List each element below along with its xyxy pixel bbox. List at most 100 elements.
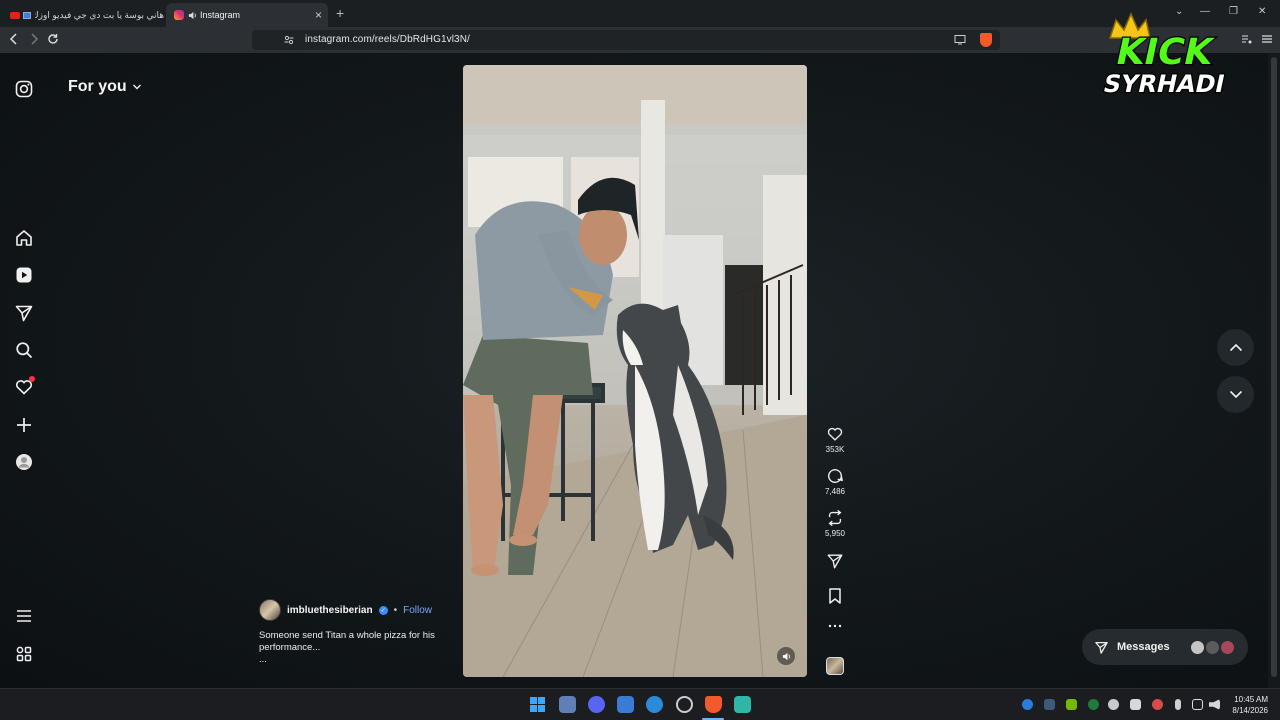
tab-instagram[interactable]: Instagram × [166, 3, 328, 27]
microphone-icon[interactable] [1175, 699, 1181, 710]
kick-syrhadi-overlay-logo: KICK SYRHADI [1098, 8, 1254, 104]
tab-youtube[interactable]: هاني بوسة يا بت دي جي فيديو اوزك [6, 3, 164, 27]
chevron-up-icon [1229, 343, 1242, 352]
follow-button[interactable]: Follow [403, 605, 432, 616]
reels-icon[interactable] [14, 265, 34, 285]
next-reel-button[interactable] [1217, 376, 1254, 413]
message-avatar [1205, 640, 1220, 655]
messages-label: Messages [1117, 641, 1170, 653]
menu-icon[interactable] [1261, 33, 1273, 45]
chevron-down-icon [132, 83, 142, 91]
tray-app-icon[interactable] [1130, 699, 1141, 710]
network-icon[interactable] [1192, 699, 1203, 710]
comment-count: 7,486 [824, 487, 846, 496]
previous-reel-button[interactable] [1217, 329, 1254, 366]
url-text: instagram.com/reels/DbRdHG1vl3N/ [305, 34, 470, 45]
tray-app-icon[interactable] [1088, 699, 1099, 710]
repost-icon[interactable] [820, 509, 850, 527]
tab-label: هاني بوسة يا بت دي جي فيديو اوزك [35, 9, 164, 20]
cast-icon[interactable] [954, 34, 966, 45]
repost-count: 5,950 [824, 529, 846, 538]
brave-shield-icon[interactable] [980, 33, 992, 47]
page-scrollbar[interactable] [1268, 53, 1280, 688]
close-tab-icon[interactable]: × [315, 8, 322, 22]
comment-icon[interactable] [820, 467, 850, 485]
comment-action[interactable]: 7,486 [820, 467, 850, 496]
tray-app-icon[interactable] [1108, 699, 1119, 710]
logo-line-1: KICK [1112, 30, 1218, 73]
messages-icon [1094, 640, 1109, 655]
scrollbar-thumb[interactable] [1271, 57, 1277, 677]
reel-caption[interactable]: Someone send Titan a whole pizza for his… [259, 630, 449, 666]
create-plus-icon[interactable] [14, 415, 34, 435]
speaker-icon[interactable] [188, 11, 197, 20]
like-action[interactable]: 353K [820, 425, 850, 454]
volume-icon[interactable] [1209, 699, 1220, 710]
mute-button[interactable] [777, 647, 795, 665]
logo-line-2: SYRHADI [1101, 69, 1228, 98]
home-icon[interactable] [14, 228, 34, 248]
caption-more[interactable]: ... [259, 654, 449, 666]
share-icon[interactable] [820, 552, 850, 570]
file-explorer-icon[interactable] [559, 696, 576, 713]
brave-browser-icon[interactable] [705, 696, 722, 713]
notification-dot [29, 376, 35, 382]
chevron-down-icon [1229, 390, 1242, 399]
caption-text: Someone send Titan a whole pizza for his… [259, 630, 435, 653]
more-options-icon[interactable] [820, 623, 850, 629]
author-username[interactable]: imbluethesiberian [287, 605, 373, 616]
clock-time: 10:45 AM [1234, 695, 1268, 704]
reel-video[interactable] [463, 65, 807, 677]
clock-date: 8/14/2026 [1232, 706, 1268, 715]
nvidia-icon[interactable] [1066, 699, 1077, 710]
message-avatar [1190, 640, 1205, 655]
browser-toolbar: instagram.com/reels/DbRdHG1vl3N/ [0, 27, 1280, 53]
instagram-reels-page: For you 353K 7,486 5,950 imbluethesiberi… [0, 53, 1268, 688]
reel-author: imbluethesiberian ✓ • Follow [259, 599, 432, 621]
reload-button[interactable] [47, 33, 59, 45]
instagram-logo-icon[interactable] [14, 79, 34, 99]
notifications-heart-icon[interactable] [14, 376, 35, 397]
site-info-icon[interactable] [284, 35, 294, 45]
save-action[interactable] [820, 587, 850, 605]
back-button[interactable] [8, 33, 20, 45]
notepad-icon[interactable] [734, 696, 751, 713]
address-bar[interactable]: instagram.com/reels/DbRdHG1vl3N/ [252, 30, 1000, 50]
browser-tab-strip: هاني بوسة يا بت دي جي فيديو اوزك Instagr… [0, 0, 1280, 27]
obs-icon[interactable] [676, 696, 693, 713]
steam-icon[interactable] [1044, 699, 1055, 710]
share-action[interactable] [820, 552, 850, 570]
tray-app-icon[interactable] [1152, 699, 1163, 710]
media-icon [22, 11, 32, 19]
left-nav [0, 53, 48, 688]
more-menu-icon[interactable] [14, 606, 34, 626]
tray-app-icon[interactable] [1022, 699, 1033, 710]
profile-avatar-icon[interactable] [14, 452, 34, 472]
more-options-action[interactable] [820, 623, 850, 629]
separator-dot: • [393, 604, 398, 616]
messages-button[interactable]: Messages [1082, 629, 1248, 665]
repost-action[interactable]: 5,950 [820, 509, 850, 538]
video-frame-image [463, 65, 807, 677]
feed-title: For you [68, 78, 127, 95]
search-icon[interactable] [14, 340, 34, 360]
bookmark-save-icon[interactable] [820, 587, 850, 605]
close-window-button[interactable]: ✕ [1258, 6, 1266, 17]
tab-label: Instagram [200, 10, 241, 20]
author-avatar[interactable] [259, 599, 281, 621]
new-tab-button[interactable]: + [336, 5, 344, 21]
windows-taskbar: 10:45 AM 8/14/2026 [0, 688, 1280, 720]
feed-selector[interactable]: For you [68, 78, 142, 96]
forward-button[interactable] [28, 33, 40, 45]
app-icon[interactable] [646, 696, 663, 713]
verified-badge-icon: ✓ [378, 605, 388, 615]
also-from-meta-icon[interactable] [14, 644, 34, 664]
direct-messages-icon[interactable] [14, 303, 34, 323]
heart-icon[interactable] [820, 425, 850, 443]
system-clock[interactable]: 10:45 AM 8/14/2026 [1226, 694, 1268, 716]
discord-icon[interactable] [588, 696, 605, 713]
windows-start-icon[interactable] [529, 696, 546, 713]
message-avatar [1220, 640, 1235, 655]
original-audio-thumbnail[interactable] [826, 657, 844, 675]
gamebar-icon[interactable] [617, 696, 634, 713]
